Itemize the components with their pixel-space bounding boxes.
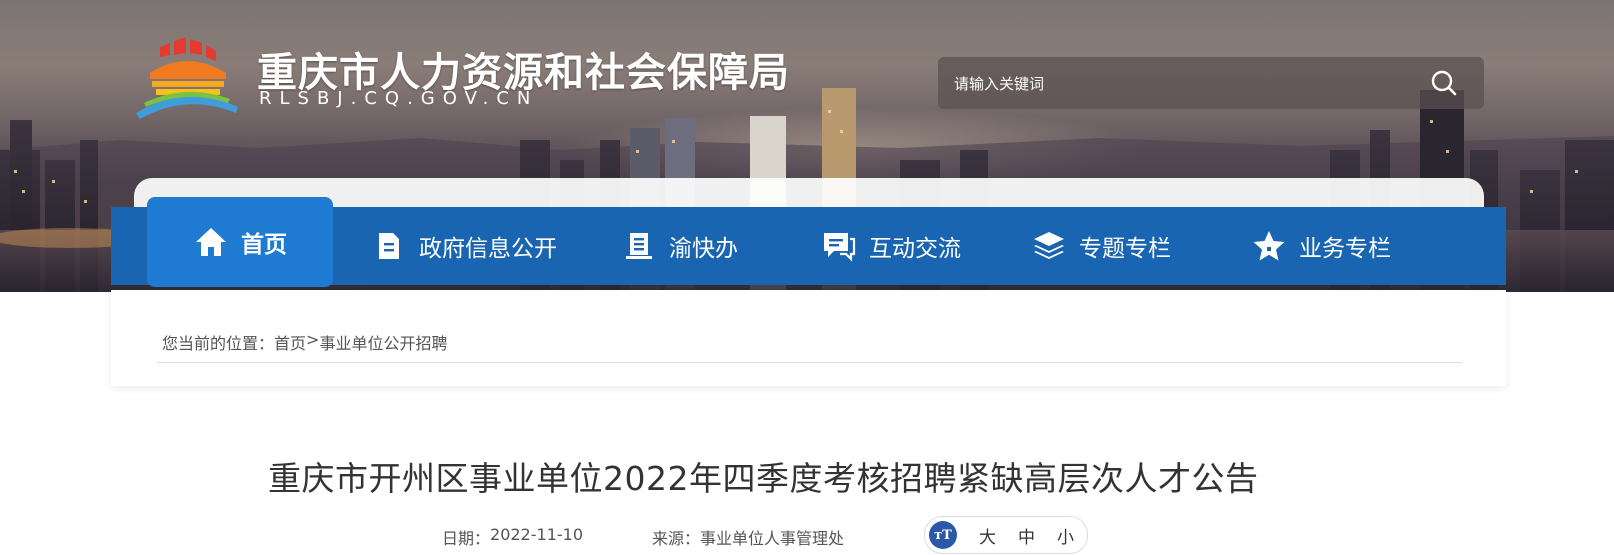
nav-item-special-topics[interactable]: 专题专栏 [1031,207,1171,285]
nav-item-business[interactable]: 业务专栏 [1251,207,1391,285]
font-size-control: тT 大 中 小 [924,516,1088,554]
font-size-small[interactable]: 小 [1057,523,1074,548]
breadcrumb-prefix: 您当前的位置： [162,334,275,353]
nav-item-label: 互动交流 [869,236,961,262]
bureau-logo [136,37,238,119]
article-date: 日期： 2022-11-10 [442,525,583,549]
document-icon [371,228,407,264]
main-nav: 首页 政府信息公开 渝快办 互动交流 专题专栏 业务专栏 [111,197,1506,287]
nav-item-label: 业务专栏 [1299,236,1391,262]
search-input[interactable] [952,57,1396,111]
source-label: 来源： [652,529,701,548]
source-value: 事业单位人事管理处 [700,529,845,548]
layers-icon [1031,228,1067,264]
article-title: 重庆市开州区事业单位2022年四季度考核招聘紧缺高层次人才公告 [268,459,1259,498]
nav-item-label: 政府信息公开 [419,236,557,262]
search-box [938,57,1484,111]
nav-item-gov-info[interactable]: 政府信息公开 [371,207,557,285]
date-value: 2022-11-10 [490,525,583,544]
site-domain: RLSBJ.CQ.GOV.CN [259,88,539,109]
nav-item-label: 渝快办 [669,236,738,262]
breadcrumb-separator: > [306,330,320,349]
nav-item-label: 首页 [241,232,287,258]
font-size-medium[interactable]: 中 [1018,523,1035,548]
nav-item-home[interactable]: 首页 [147,197,333,287]
star-icon [1251,228,1287,264]
breadcrumb: 您当前的位置： 首页 > 事业单位公开招聘 [162,330,447,354]
chat-icon [821,228,857,264]
breadcrumb-divider [157,362,1462,363]
nav-item-interaction[interactable]: 互动交流 [821,207,961,285]
search-button[interactable] [1424,65,1464,101]
nav-item-label: 专题专栏 [1079,236,1171,262]
breadcrumb-home-link[interactable]: 首页 [274,330,306,354]
home-icon [193,224,229,260]
font-size-large[interactable]: 大 [979,523,996,548]
date-label: 日期： [442,529,491,548]
notebook-icon [621,228,657,264]
search-icon [1431,70,1457,96]
article-source: 来源： 事业单位人事管理处 [652,525,844,549]
font-size-icon: тT [929,521,957,549]
breadcrumb-current-link[interactable]: 事业单位公开招聘 [319,330,447,354]
nav-item-yukuaiban[interactable]: 渝快办 [621,207,738,285]
